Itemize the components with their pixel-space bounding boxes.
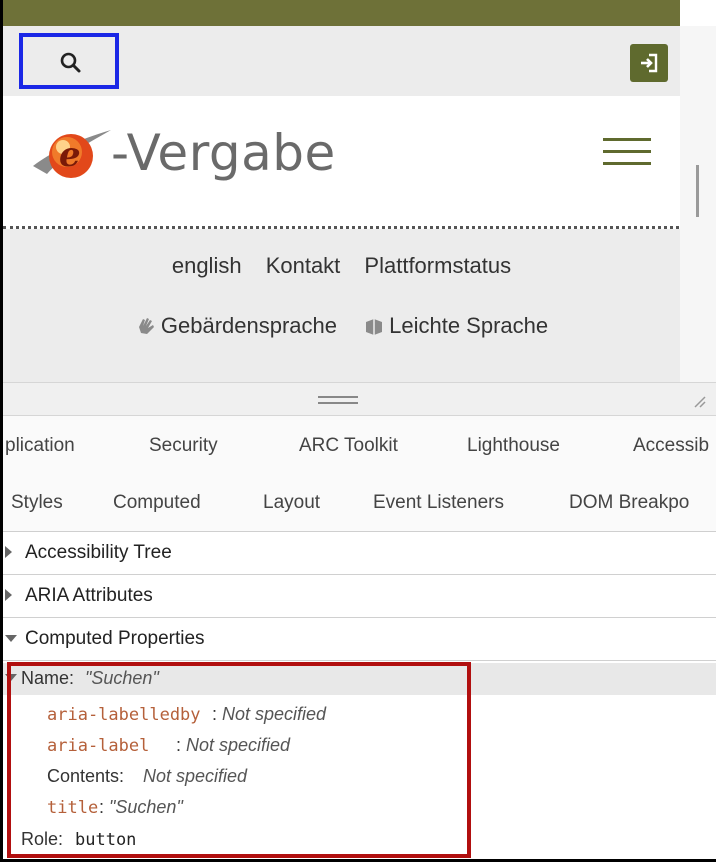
section-computed-properties[interactable]: Computed Properties <box>3 618 716 661</box>
logo-row: e -Vergabe <box>3 96 680 226</box>
subtab-layout[interactable]: Layout <box>263 492 320 514</box>
tab-security[interactable]: Security <box>149 435 218 457</box>
sign-language-link[interactable]: Gebärdensprache <box>135 313 337 339</box>
hamburger-line <box>603 162 651 165</box>
login-icon <box>641 53 658 73</box>
strip-top <box>680 0 716 26</box>
logo-text: -Vergabe <box>111 124 336 182</box>
tab-arc-toolkit[interactable]: ARC Toolkit <box>299 435 398 457</box>
section-label: Accessibility Tree <box>25 542 172 563</box>
highlight-box-computed <box>7 662 471 858</box>
resize-grip-icon[interactable] <box>691 393 707 409</box>
section-accessibility-tree[interactable]: Accessibility Tree <box>3 532 716 575</box>
svg-text:e: e <box>59 135 81 175</box>
book-icon <box>366 319 383 335</box>
nav-link-english[interactable]: english <box>172 253 242 278</box>
page-preview: e -Vergabe english Kontakt Plattformstat… <box>3 0 716 382</box>
subtab-styles[interactable]: Styles <box>11 492 63 514</box>
hamburger-line <box>603 150 651 153</box>
sign-language-label: Gebärdensprache <box>160 313 337 338</box>
tab-accessibility[interactable]: Accessib <box>633 435 709 457</box>
easy-language-label: Leichte Sprache <box>389 313 549 338</box>
expand-arrow-icon <box>5 589 12 601</box>
site-logo[interactable]: e -Vergabe <box>31 118 336 188</box>
nav-links: english Kontakt Plattformstatus <box>3 253 680 279</box>
collapse-arrow-icon <box>5 635 17 642</box>
nav-area: english Kontakt Plattformstatus Gebärden… <box>3 229 680 382</box>
scrollbar-thumb[interactable] <box>696 165 699 217</box>
devtools-tabs: plication Security ARC Toolkit Lighthous… <box>3 415 716 477</box>
nav-link-plattformstatus[interactable]: Plattformstatus <box>364 253 511 278</box>
top-accent-bar <box>3 0 680 26</box>
search-icon <box>60 52 81 73</box>
tab-application[interactable]: plication <box>5 435 75 457</box>
hand-icon <box>138 318 154 334</box>
section-label: ARIA Attributes <box>25 585 153 606</box>
devtools-resize-bar[interactable] <box>3 382 716 415</box>
menu-button[interactable] <box>603 138 651 166</box>
easy-language-link[interactable]: Leichte Sprache <box>363 313 548 339</box>
hamburger-line <box>603 138 651 141</box>
subtab-dom-breakpoints[interactable]: DOM Breakpo <box>569 492 689 514</box>
section-aria-attributes[interactable]: ARIA Attributes <box>3 575 716 618</box>
subtab-event-listeners[interactable]: Event Listeners <box>373 492 504 514</box>
search-button[interactable] <box>19 33 119 89</box>
expand-arrow-icon <box>5 546 12 558</box>
section-label: Computed Properties <box>25 628 205 649</box>
e-logo-icon: e <box>33 130 111 178</box>
nav-link-kontakt[interactable]: Kontakt <box>266 253 341 278</box>
sidebar-subtabs: Styles Computed Layout Event Listeners D… <box>3 476 716 532</box>
language-links: Gebärdensprache Leichte Sprache <box>3 313 680 343</box>
resize-handle[interactable] <box>318 396 358 408</box>
login-button[interactable] <box>630 44 668 82</box>
tab-lighthouse[interactable]: Lighthouse <box>467 435 560 457</box>
subtab-computed[interactable]: Computed <box>113 492 201 514</box>
